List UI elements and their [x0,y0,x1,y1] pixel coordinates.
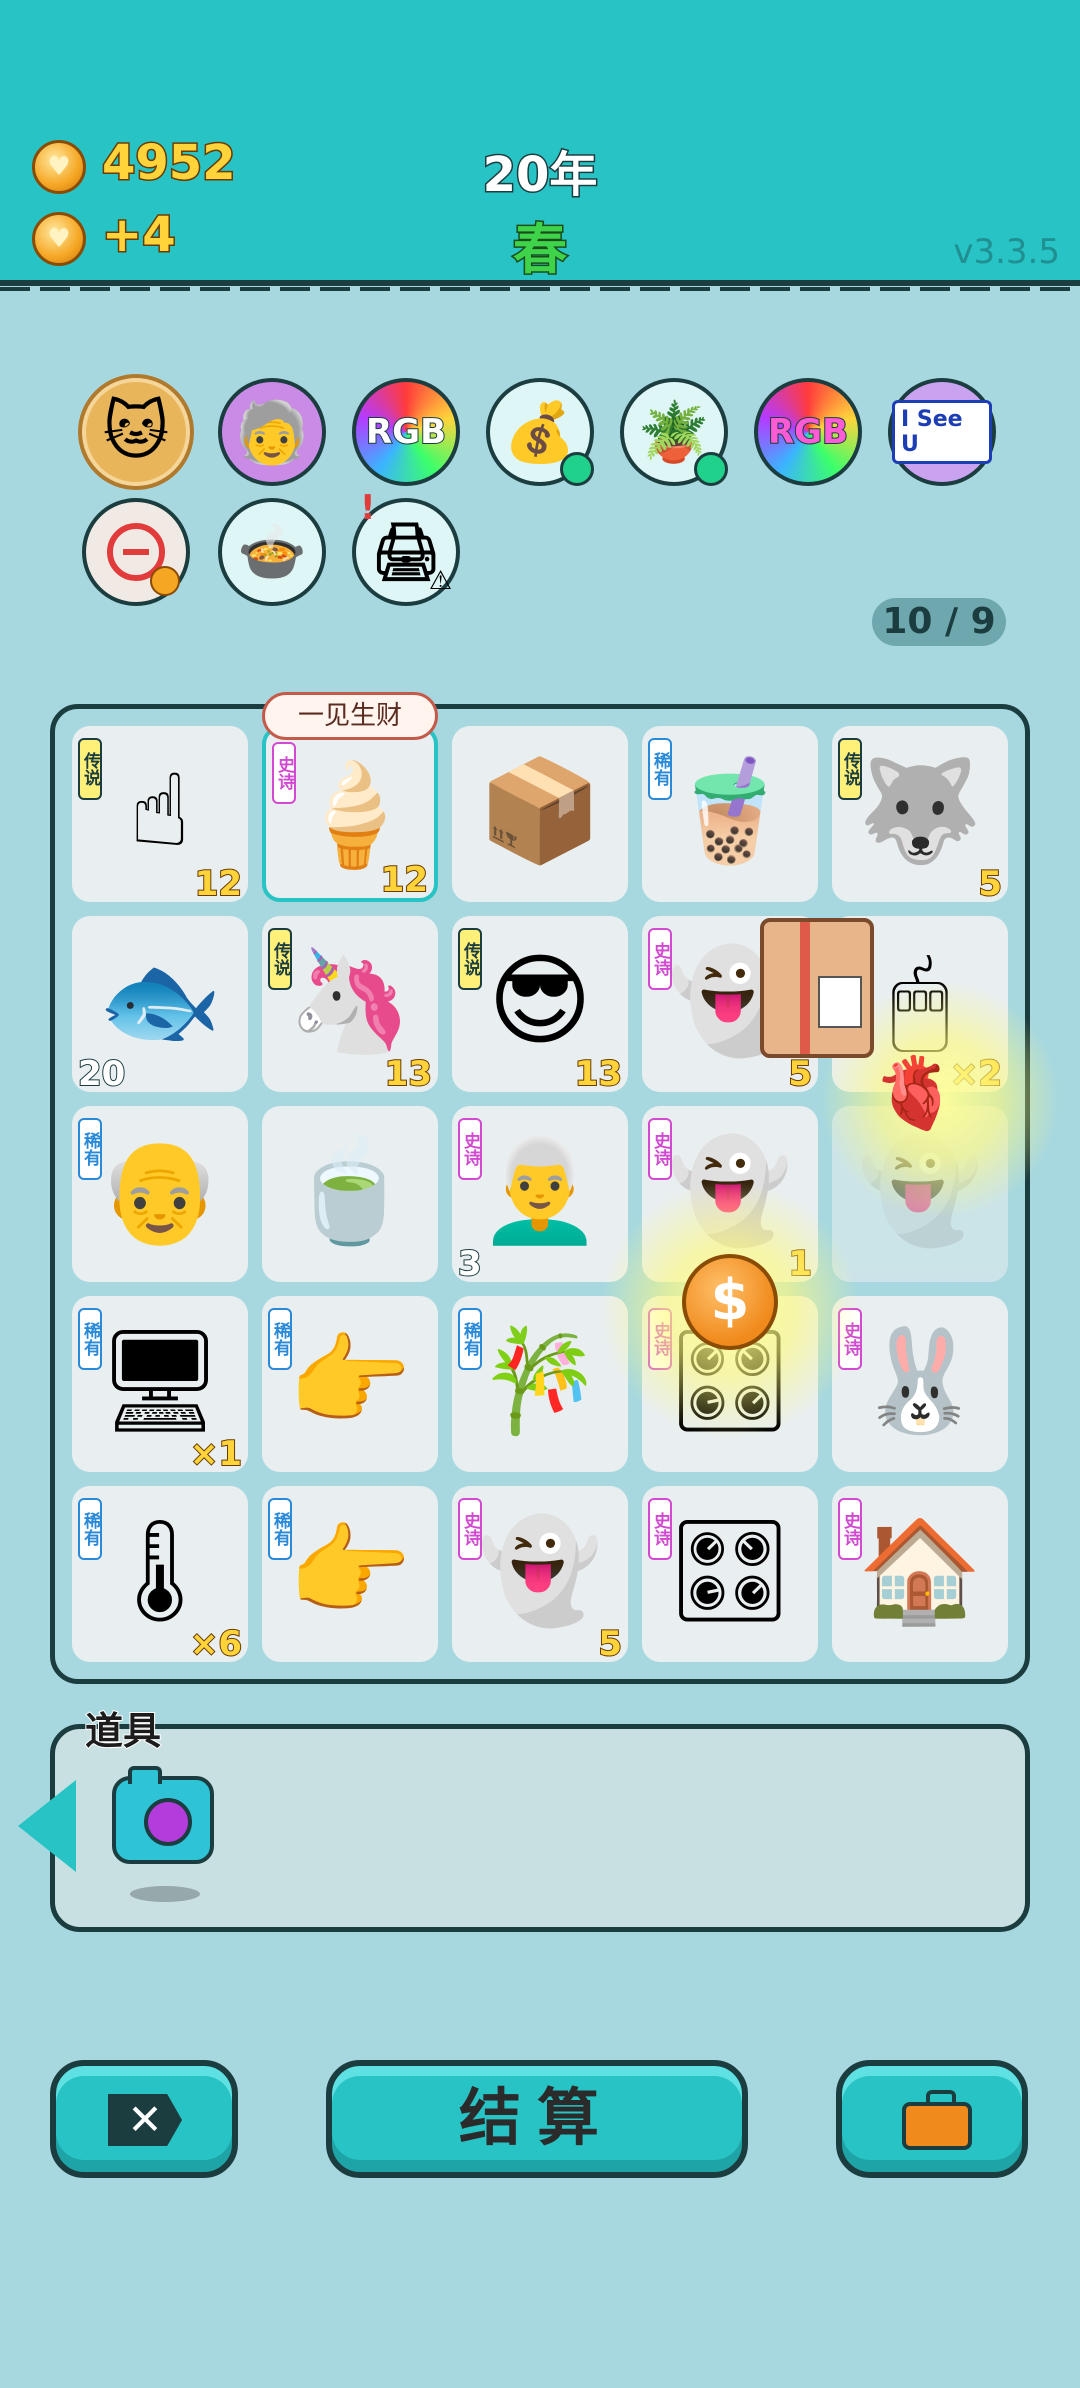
cell-count: 13 [574,1053,623,1095]
board-cell[interactable]: 🍦 史诗 12 [262,726,438,902]
rarity-tag: 稀有 [268,1498,292,1560]
i-see-u-label: I See U [892,400,992,464]
close-x-icon: ✕ [127,2095,163,2144]
liver-icon: 🫀 [872,1052,960,1134]
rarity-tag: 史诗 [458,1118,482,1180]
printer-relic-icon[interactable]: 🖨 ! ⚠ [352,488,460,606]
cell-count: ×1 [189,1433,243,1475]
left-arrow-icon[interactable] [18,1780,76,1872]
year-label: 20年 [481,146,599,205]
cell-count: 5 [977,863,1003,905]
fish-icon: 🐟 [97,942,223,1059]
board-cell[interactable]: 📦 [452,726,628,902]
cell-count: 13 [384,1053,433,1095]
items-label: 道具 [84,1708,162,1754]
board-cell[interactable]: 🍵 [262,1106,438,1282]
camera-icon[interactable] [112,1766,214,1864]
pressure-cooker-relic-icon[interactable]: 🍲 [218,498,326,606]
board-cell[interactable]: 🖥 稀有 ×1 [72,1296,248,1475]
board-cell[interactable]: 👻 史诗 5 [452,1486,628,1665]
rarity-tag: 史诗 [648,1118,672,1180]
i-see-u-relic-icon[interactable]: I See U [888,378,996,486]
rarity-tag: 史诗 [648,1498,672,1560]
rarity-tag: 史诗 [648,928,672,990]
money-bag-relic-icon[interactable]: 💰 [486,378,594,486]
rarity-tag: 史诗 [838,1498,862,1560]
cell-count: ×6 [189,1623,243,1665]
rgb-relic-icon[interactable]: RGB [754,378,862,486]
board-cell[interactable]: 🌡 稀有 ×6 [72,1486,248,1665]
cell-count: 5 [787,1053,813,1095]
active-dot-icon [694,452,728,486]
board-cell[interactable]: 👉 稀有 [262,1296,438,1472]
lottery-man-relic-icon[interactable]: 🧓 [218,378,326,486]
rgb-relic-icon[interactable]: RGB [352,378,460,486]
cell-count: 3 [457,1243,483,1285]
rarity-tag: 史诗 [458,1498,482,1560]
rarity-tag: 稀有 [78,1118,102,1180]
coin-total: 4952 [101,134,238,193]
rarity-tag: 稀有 [78,1498,102,1560]
moving-box-icon [760,918,874,1058]
coin-icon [32,140,86,194]
dollar-coin-icon: $ [682,1254,778,1350]
coin-badge-icon [150,566,180,596]
briefcase-icon [902,2090,972,2150]
board-cell[interactable]: 👴 稀有 [72,1106,248,1282]
rgb-relic-label: RGB [365,411,447,453]
board-cell[interactable]: 👉 稀有 [262,1486,438,1662]
tooltip-bubble: 一见生财 [262,692,438,740]
version-label: v3.3.5 [953,232,1060,272]
minus-relic-icon[interactable] [82,498,190,606]
board-cell[interactable]: 😎 传说 13 [452,916,628,1095]
board-cell[interactable]: 🐺 传说 5 [832,726,1008,905]
board-cell[interactable]: ☝ 传说 12 [72,726,248,905]
board-cell[interactable]: 🐟 20 [72,916,248,1095]
rarity-tag: 传说 [458,928,482,990]
board-cell[interactable]: 🏠 史诗 [832,1486,1008,1662]
cell-count: 12 [194,863,243,905]
rarity-tag: 稀有 [78,1308,102,1370]
slot-count: 10 / 9 [872,598,1006,646]
cell-count: 5 [597,1623,623,1665]
warning-icon: ⚠ [428,566,452,596]
discard-button[interactable]: ✕ [50,2060,238,2178]
header-divider-dash [0,287,1080,291]
cell-count: 12 [380,859,429,901]
income-value: +4 [101,206,178,265]
settle-label: 结算 [458,2081,615,2154]
item-shadow [130,1886,200,1902]
rarity-tag: 稀有 [268,1308,292,1370]
board-cell[interactable]: 🦄 传说 13 [262,916,438,1095]
soup-bowl-icon: 🍵 [287,1132,413,1249]
flower-pot-relic-icon[interactable]: 🪴 [620,378,728,486]
rarity-tag: 史诗 [272,742,296,804]
rarity-tag: 传说 [268,928,292,990]
active-dot-icon [560,452,594,486]
cardboard-box-icon: 📦 [477,752,603,869]
cell-count: 20 [77,1053,126,1095]
rgb-relic-label: RGB [767,411,849,453]
board-cell[interactable]: 🧋 稀有 [642,726,818,902]
season-label: 春 [512,217,569,283]
alert-icon: ! [360,488,376,528]
rarity-tag: 稀有 [458,1308,482,1370]
rarity-tag: 稀有 [648,738,672,800]
rarity-tag: 传说 [838,738,862,800]
cat-relic-icon[interactable]: 🐱 [82,378,190,486]
briefcase-button[interactable] [836,2060,1028,2178]
board-cell[interactable]: 🎛史诗 [642,1486,818,1662]
settle-button[interactable]: 结算 [326,2060,748,2178]
board-cell[interactable]: 👨‍🦳 史诗 3 [452,1106,628,1285]
income-coin-icon [32,212,86,266]
rarity-tag: 传说 [78,738,102,800]
